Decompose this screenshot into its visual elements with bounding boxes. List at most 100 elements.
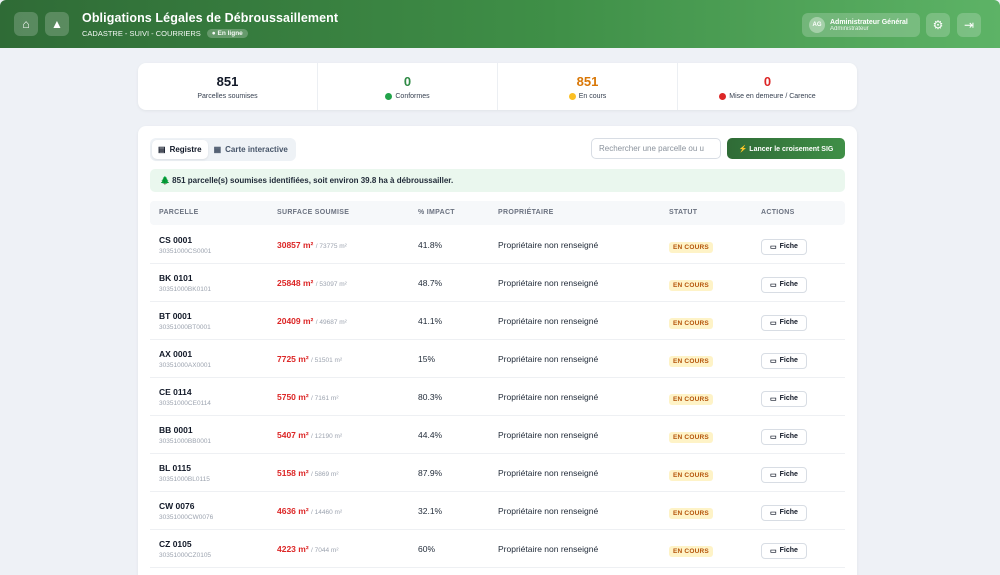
surface-value: 25848 m² — [277, 278, 314, 288]
owner-value: Propriétaire non renseigné — [498, 506, 599, 516]
parcel-code: CE 0114 — [159, 387, 192, 397]
red-dot-icon — [719, 92, 727, 100]
table-row[interactable]: AX 0001 30351000AX0001 7725 m² / 51501 m² 1… — [150, 340, 845, 378]
user-info: Administrateur Général Administrateur — [830, 19, 908, 32]
fiche-button[interactable]: ▭ Fiche — [761, 238, 807, 255]
owner-cell: Propriétaire non renseigné — [498, 340, 598, 378]
home-button[interactable]: ⌂ — [14, 12, 38, 36]
owner-value: Propriétaire non renseigné — [498, 430, 599, 440]
tab-registre[interactable]: ▤ Registre — [152, 140, 208, 159]
surface-value: 5158 m² — [277, 468, 309, 478]
action-cell: ▭ Fiche — [761, 416, 807, 454]
col-impact[interactable]: % IMPACT — [418, 201, 455, 225]
stat-label: En cours — [568, 92, 606, 100]
search-input[interactable] — [591, 138, 721, 159]
surface-value: 4636 m² — [277, 506, 309, 516]
surface-value: 5750 m² — [277, 392, 309, 402]
table-row[interactable]: BL 0115 30351000BL0115 5158 m² / 5869 m² 87… — [150, 454, 845, 492]
logout-button[interactable]: ⇥ — [957, 13, 981, 37]
owner-cell: Propriétaire non renseigné — [498, 454, 598, 492]
table-row[interactable]: BB 0001 30351000BB0001 5407 m² / 12190 m² 4… — [150, 416, 845, 454]
owner-value: Propriétaire non renseigné — [498, 392, 599, 402]
document-icon: ▭ — [770, 281, 777, 289]
table-header: PARCELLE SURFACE SOUMISE % IMPACT PROPRI… — [150, 201, 845, 225]
user-menu[interactable]: AG Administrateur Général Administrateur — [802, 13, 920, 37]
fiche-button[interactable]: ▭ Fiche — [761, 390, 807, 407]
status-badge: EN COURS — [669, 508, 713, 519]
parcel-id: 30351000CS0001 — [159, 248, 212, 255]
fiche-label: Fiche — [779, 281, 798, 288]
action-cell: ▭ Fiche — [761, 454, 807, 492]
fiche-button[interactable]: ▭ Fiche — [761, 352, 807, 369]
surface-cell: 7725 m² / 51501 m² — [277, 340, 342, 378]
surface-total: / 7044 m² — [311, 547, 339, 554]
col-statut[interactable]: STATUT — [669, 201, 697, 225]
launch-sig-button[interactable]: ⚡ Lancer le croisement SIG — [727, 138, 845, 159]
impact-value: 44.4% — [418, 430, 443, 440]
parcel-cell: CE 0114 30351000CE0114 — [159, 378, 211, 416]
col-parcelle[interactable]: PARCELLE — [159, 201, 199, 225]
status-cell: EN COURS — [669, 492, 713, 530]
surface-total: / 5869 m² — [311, 471, 339, 478]
parcel-cell: CS 0001 30351000CS0001 — [159, 226, 211, 264]
fiche-label: Fiche — [779, 433, 798, 440]
fiche-button[interactable]: ▭ Fiche — [761, 428, 807, 445]
stat-value: 0 — [403, 73, 412, 89]
app-subtitle: CADASTRE - SUIVI - COURRIERS — [82, 28, 201, 38]
table-row[interactable]: CS 0001 30351000CS0001 30857 m² / 73775 m²… — [150, 226, 845, 264]
ledger-icon: ▤ — [158, 145, 166, 154]
table-row[interactable]: CE 0114 30351000CE0114 5750 m² / 7161 m² 80… — [150, 378, 845, 416]
fiche-button[interactable]: ▭ Fiche — [761, 542, 807, 559]
status-cell: EN COURS — [669, 226, 713, 264]
parcel-cell: CW 0076 30351000CW0076 — [159, 492, 213, 530]
stat-en-cours: 851 En cours — [498, 63, 678, 110]
map-icon: ▦ — [213, 145, 222, 154]
info-banner: 🌲 851 parcelle(s) soumises identifiées, … — [150, 169, 845, 192]
owner-value: Propriétaire non renseigné — [498, 240, 599, 250]
app-logo: ▲ — [45, 12, 69, 36]
parcel-cell: BL 0115 30351000BL0115 — [159, 454, 210, 492]
table-row[interactable]: BK 0101 30351000BK0101 25848 m² / 53097 m²… — [150, 264, 845, 302]
parcel-code: BB 0001 — [159, 425, 193, 435]
fiche-label: Fiche — [779, 395, 798, 402]
fiche-button[interactable]: ▭ Fiche — [761, 466, 807, 483]
surface-total: / 12190 m² — [311, 433, 343, 440]
stat-value: 851 — [216, 73, 239, 89]
impact-cell: 87.9% — [418, 454, 442, 492]
action-cell: ▭ Fiche — [761, 492, 807, 530]
subtitle-line: CADASTRE - SUIVI - COURRIERS ● En ligne — [82, 28, 338, 38]
table-row[interactable]: CW 0076 30351000CW0076 4636 m² / 14460 m² 3… — [150, 492, 845, 530]
parcel-cell: BT 0001 30351000BT0001 — [159, 302, 211, 340]
col-surface[interactable]: SURFACE SOUMISE — [277, 201, 349, 225]
settings-button[interactable]: ⚙ — [926, 13, 950, 37]
parcel-cell: AX 0001 30351000AX0001 — [159, 340, 211, 378]
stats-bar: 851 Parcelles soumises 0 Conformes 851 E… — [138, 63, 857, 110]
table-row[interactable]: BT 0001 30351000BT0001 20409 m² / 49687 m²… — [150, 302, 845, 340]
surface-cell: 5158 m² / 5869 m² — [277, 454, 339, 492]
surface-value: 20409 m² — [277, 316, 314, 326]
user-name: Administrateur Général — [830, 18, 908, 26]
owner-cell: Propriétaire non renseigné — [498, 530, 598, 568]
status-cell: EN COURS — [669, 378, 713, 416]
col-proprietaire[interactable]: PROPRIÉTAIRE — [498, 201, 554, 225]
tab-carte[interactable]: ▦ Carte interactive — [208, 140, 294, 159]
stat-value: 851 — [576, 73, 599, 89]
impact-value: 41.1% — [418, 316, 443, 326]
impact-value: 41.8% — [418, 240, 443, 250]
owner-cell: Propriétaire non renseigné — [498, 226, 598, 264]
fiche-button[interactable]: ▭ Fiche — [761, 314, 807, 331]
registry-panel: ▤Registre ▦Carte interactive ⚡ Lancer le… — [138, 126, 857, 575]
col-actions: ACTIONS — [761, 209, 795, 216]
status-cell: EN COURS — [669, 416, 713, 454]
impact-value: 15% — [418, 354, 436, 364]
stat-soumises: 851 Parcelles soumises — [138, 63, 318, 110]
owner-cell: Propriétaire non renseigné — [498, 492, 598, 530]
fiche-button[interactable]: ▭ Fiche — [761, 504, 807, 521]
table-row[interactable]: CZ 0105 30351000CZ0105 4223 m² / 7044 m² 60… — [150, 530, 845, 568]
parcel-cell: BK 0101 30351000BK0101 — [159, 264, 211, 302]
stat-label: Parcelles soumises — [197, 92, 258, 100]
fiche-label: Fiche — [779, 243, 798, 250]
fiche-button[interactable]: ▭ Fiche — [761, 276, 807, 293]
surface-cell: 30857 m² / 73775 m² — [277, 226, 347, 264]
surface-cell: 4223 m² / 7044 m² — [277, 530, 339, 568]
